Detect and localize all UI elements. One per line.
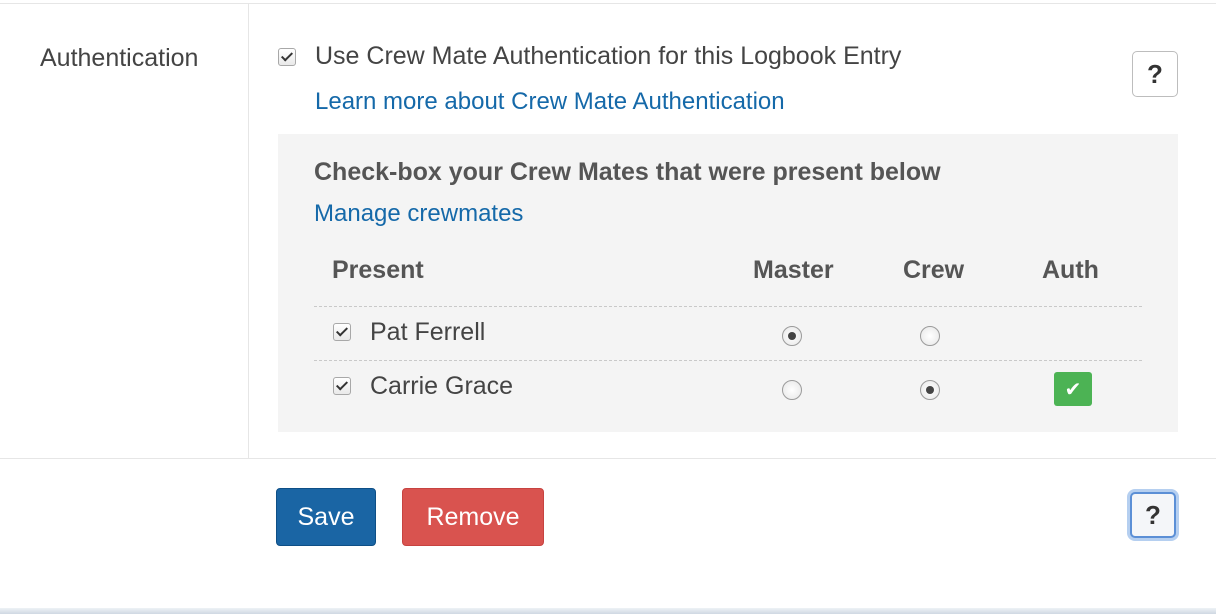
- crew-radio[interactable]: [920, 380, 940, 400]
- window-bottom-edge: [0, 608, 1216, 614]
- column-header-auth: Auth: [1042, 256, 1099, 284]
- checkmark-icon: [335, 324, 349, 337]
- save-button[interactable]: Save: [276, 488, 376, 546]
- crewmate-name: Carrie Grace: [370, 372, 514, 400]
- help-button[interactable]: ?: [1132, 51, 1178, 97]
- crewmates-panel: Check-box your Crew Mates that were pres…: [278, 134, 1178, 432]
- authentication-label: Authentication: [40, 44, 199, 72]
- auth-check-icon: ✔: [1054, 372, 1092, 406]
- present-checkbox[interactable]: [333, 323, 351, 341]
- learn-more-link[interactable]: Learn more about Crew Mate Authenticatio…: [315, 88, 785, 116]
- crewmate-row: Carrie Grace ✔: [278, 360, 1178, 414]
- use-auth-checkbox[interactable]: [278, 48, 296, 66]
- column-header-crew: Crew: [903, 256, 965, 284]
- checkmark-icon: [335, 378, 349, 391]
- crewmate-row: Pat Ferrell: [278, 306, 1178, 360]
- column-divider: [248, 4, 249, 458]
- crewmate-name: Pat Ferrell: [370, 318, 486, 346]
- use-auth-label: Use Crew Mate Authentication for this Lo…: [315, 42, 902, 70]
- radio-selected-dot: [926, 386, 934, 394]
- radio-selected-dot: [788, 332, 796, 340]
- panel-heading: Check-box your Crew Mates that were pres…: [314, 158, 941, 186]
- crew-radio[interactable]: [920, 326, 940, 346]
- manage-crewmates-link[interactable]: Manage crewmates: [314, 200, 523, 228]
- remove-button[interactable]: Remove: [402, 488, 544, 546]
- present-checkbox[interactable]: [333, 377, 351, 395]
- master-radio[interactable]: [782, 326, 802, 346]
- column-header-master: Master: [753, 256, 834, 284]
- checkmark-icon: [280, 49, 294, 62]
- column-header-present: Present: [332, 256, 424, 284]
- logbook-auth-form: Authentication Use Crew Mate Authenticat…: [0, 0, 1216, 614]
- divider: [0, 3, 1216, 4]
- master-radio[interactable]: [782, 380, 802, 400]
- help-button-focused[interactable]: ?: [1130, 492, 1176, 538]
- divider: [0, 458, 1216, 459]
